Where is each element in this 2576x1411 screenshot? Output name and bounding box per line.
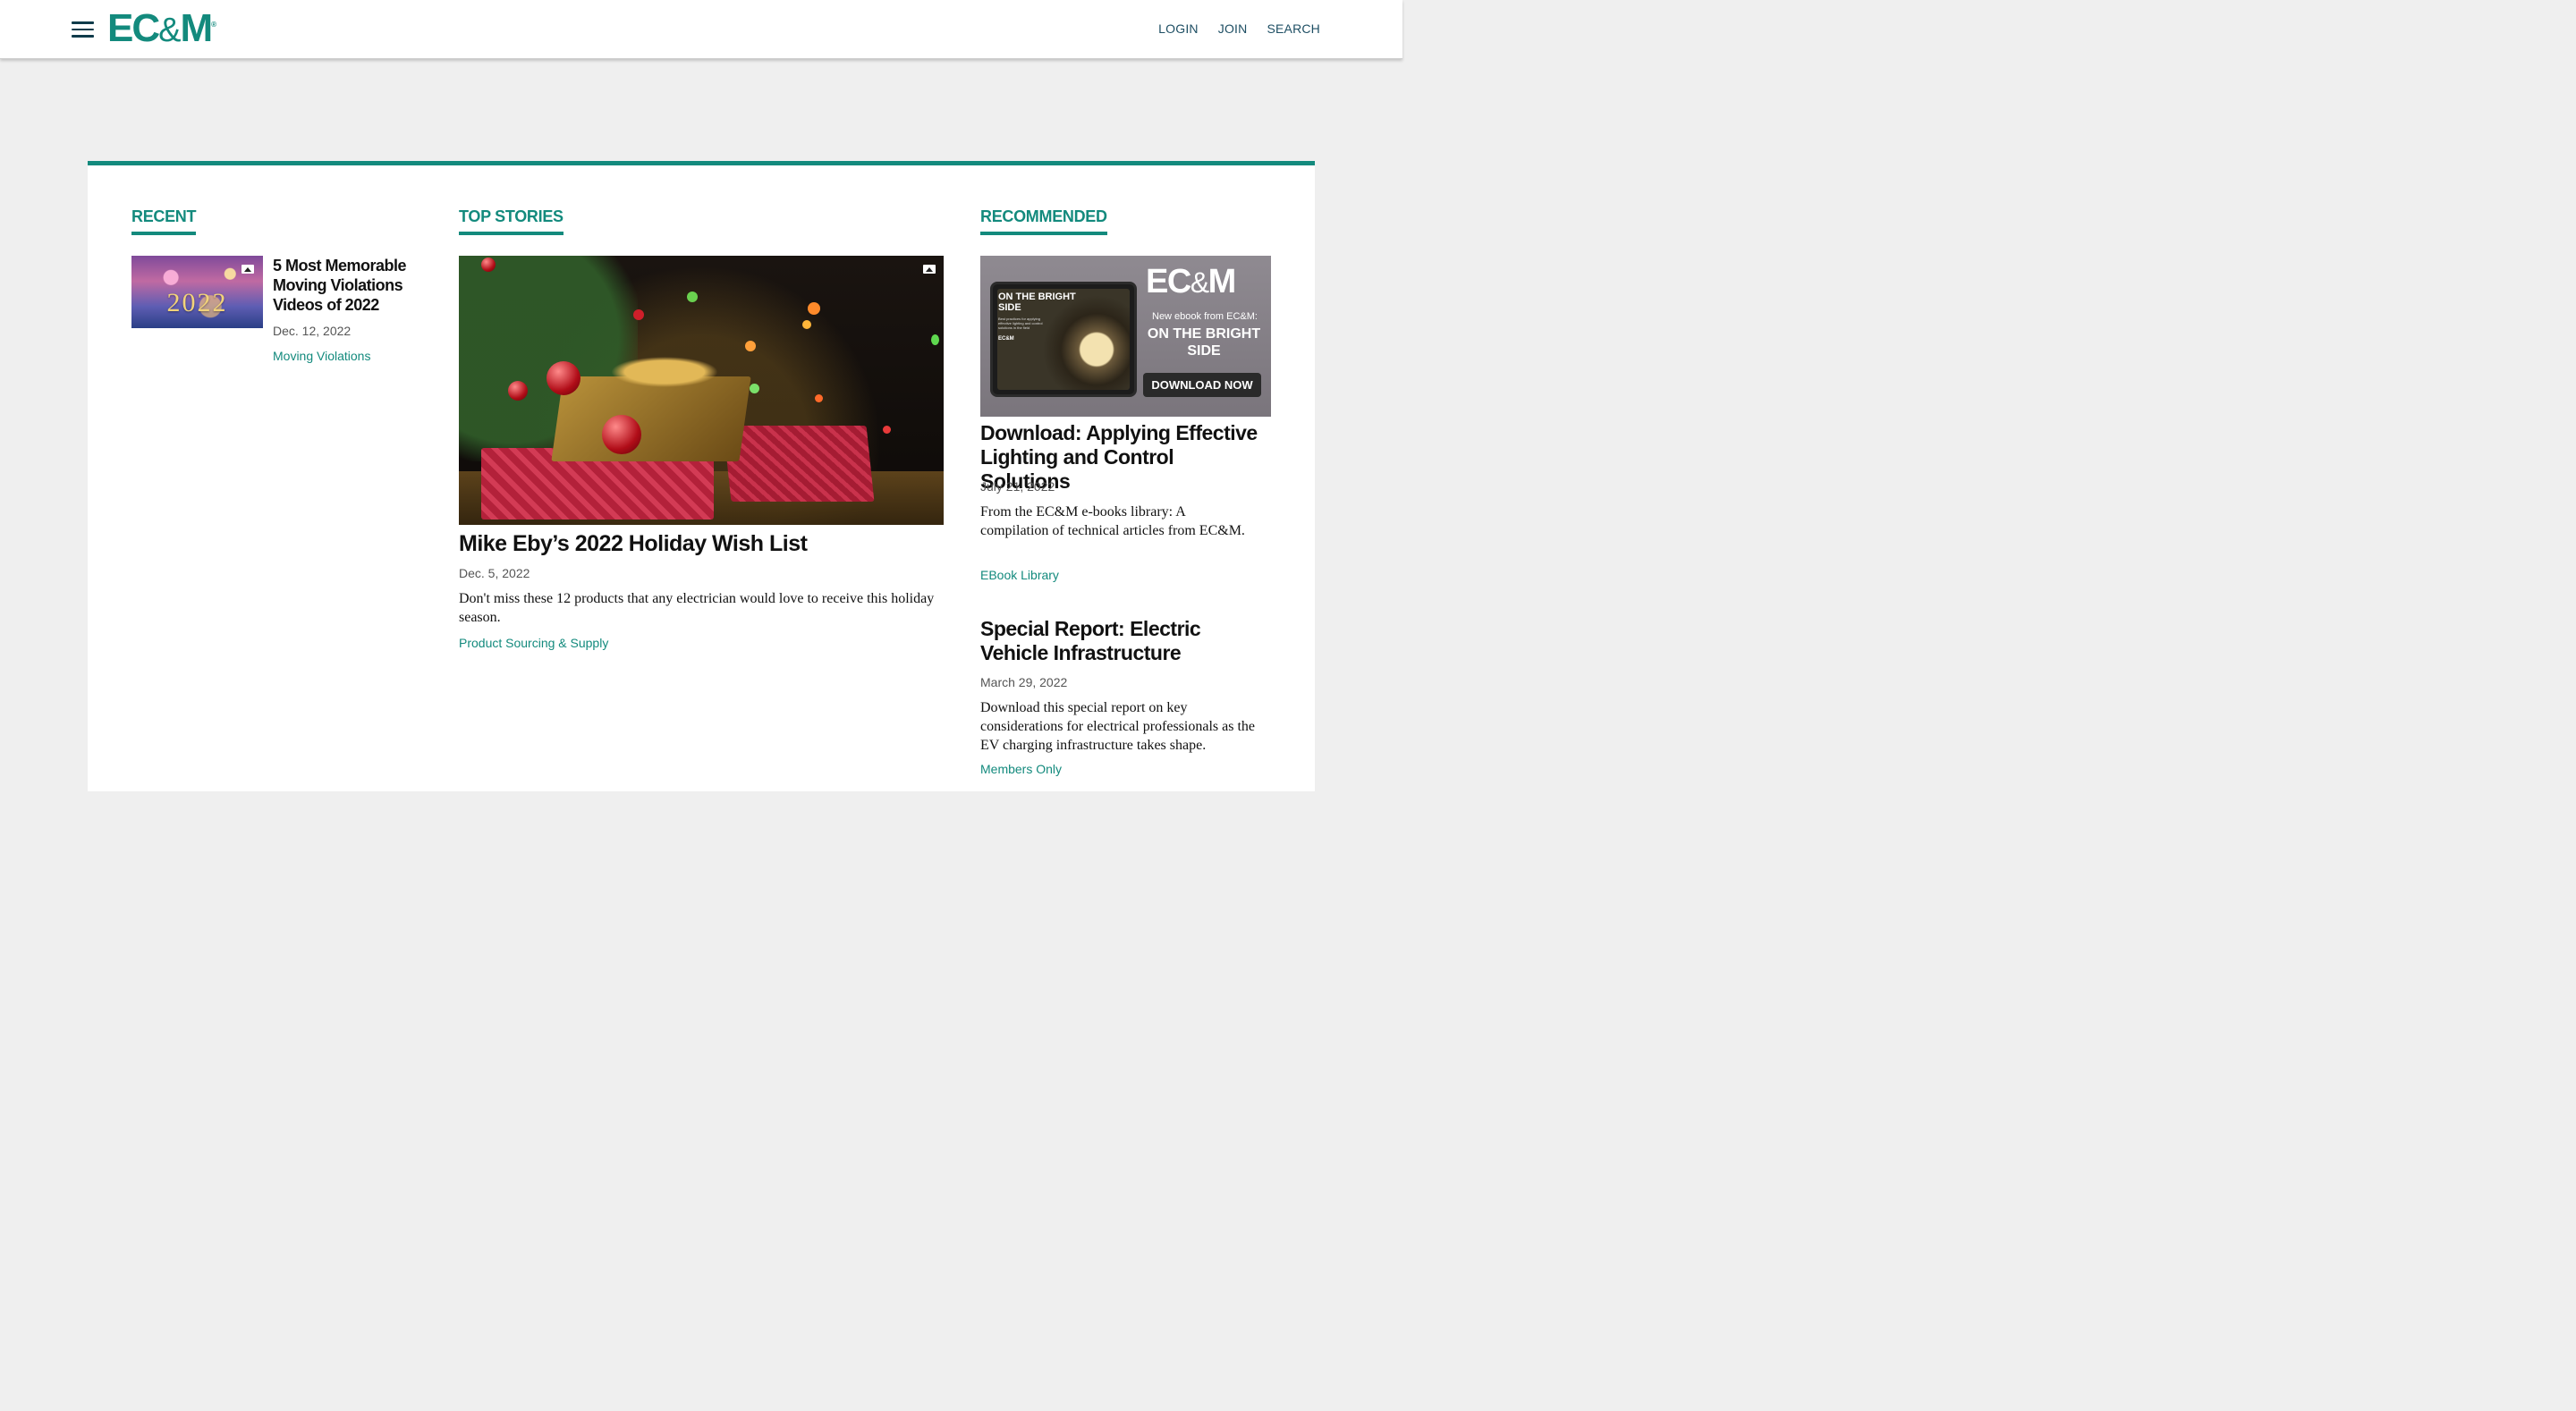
recommended-article-summary: Download this special report on key cons… — [980, 700, 1255, 753]
recent-article-date: Dec. 12, 2022 — [273, 324, 352, 338]
bokeh-light — [750, 384, 759, 393]
ornament-ball — [602, 415, 641, 454]
ebook-banner[interactable]: ON THE BRIGHT SIDE Best practices for ap… — [980, 256, 1271, 417]
search-link[interactable]: SEARCH — [1267, 21, 1320, 36]
bokeh-light — [883, 426, 891, 434]
top-story-date: Dec. 5, 2022 — [459, 566, 530, 580]
banner-logo: EC&M — [1146, 263, 1236, 300]
download-now-button[interactable]: DOWNLOAD NOW — [1143, 373, 1261, 397]
recommended-section-title: RECOMMENDED — [980, 207, 1107, 235]
recommended-article-tag[interactable]: EBook Library — [980, 568, 1059, 582]
recent-article-headline[interactable]: 5 Most Memorable Moving Violations Video… — [273, 256, 429, 315]
recent-article-thumbnail[interactable]: 2022 — [131, 256, 263, 328]
banner-subtitle: New ebook from EC&M: — [1152, 311, 1258, 322]
recommended-article-summary: From the EC&M e-books library: A compila… — [980, 504, 1245, 538]
recommended-article-headline[interactable]: Special Report: Electric Vehicle Infrast… — [980, 617, 1267, 665]
top-story-tag[interactable]: Product Sourcing & Supply — [459, 636, 608, 650]
bokeh-light — [815, 394, 823, 402]
tablet-logo: EC&M — [998, 336, 1014, 342]
recommended-article-tag[interactable]: Members Only — [980, 762, 1062, 776]
site-logo[interactable]: EC&M® — [107, 5, 216, 52]
bokeh-light — [808, 302, 820, 315]
ornament-ball — [547, 361, 580, 395]
gift-box-right — [723, 426, 875, 502]
bokeh-light — [931, 334, 939, 345]
hamburger-menu-icon[interactable] — [72, 21, 94, 38]
top-story-headline[interactable]: Mike Eby’s 2022 Holiday Wish List — [459, 530, 944, 557]
top-nav: LOGIN JOIN SEARCH — [1158, 21, 1320, 36]
tablet-subtitle: Best practices for applying effective li… — [998, 317, 1043, 330]
gift-ribbon — [602, 354, 727, 390]
join-link[interactable]: JOIN — [1218, 21, 1248, 36]
top-story-image[interactable] — [459, 256, 944, 525]
top-stories-section-title: TOP STORIES — [459, 207, 564, 235]
tablet-graphic: ON THE BRIGHT SIDE Best practices for ap… — [990, 282, 1137, 397]
site-header: EC&M® LOGIN JOIN SEARCH — [0, 0, 1402, 59]
recommended-article-date: July 21, 2022 — [980, 479, 1055, 494]
ornament-ball — [508, 381, 528, 401]
bokeh-light — [745, 341, 756, 351]
thumbnail-year-text: 2022 — [166, 288, 228, 317]
content-card: RECENT 2022 5 Most Memorable Moving Viol… — [88, 161, 1315, 791]
top-story-summary: Don't miss these 12 products that any el… — [459, 591, 935, 625]
recent-section-title: RECENT — [131, 207, 197, 235]
recent-article-tag[interactable]: Moving Violations — [273, 349, 370, 363]
tablet-title: ON THE BRIGHT SIDE — [998, 291, 1076, 313]
login-link[interactable]: LOGIN — [1158, 21, 1199, 36]
bokeh-light — [802, 320, 811, 329]
ornament-ball — [481, 258, 496, 272]
gallery-icon — [923, 265, 936, 274]
gallery-icon — [242, 265, 254, 274]
bokeh-light — [687, 291, 698, 302]
recommended-article-date: March 29, 2022 — [980, 675, 1068, 689]
banner-title: ON THE BRIGHT SIDE — [1147, 326, 1261, 359]
bokeh-light — [633, 309, 644, 320]
